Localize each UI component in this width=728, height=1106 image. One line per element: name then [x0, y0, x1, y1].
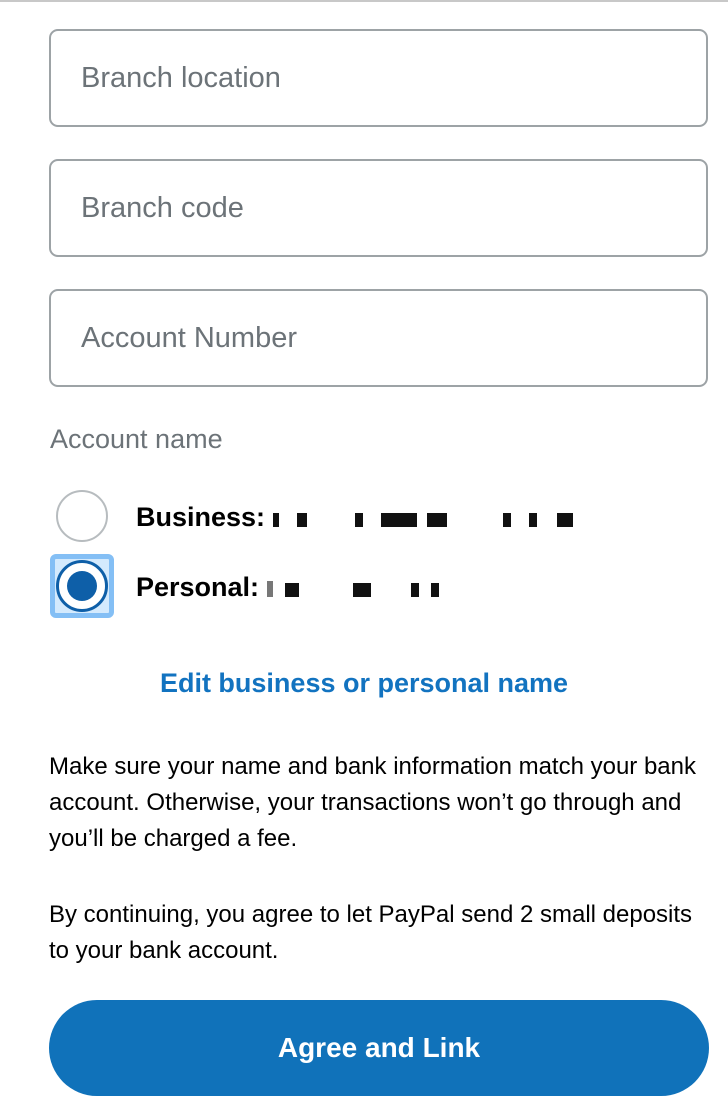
account-number-input[interactable]: [81, 291, 681, 385]
branch-code-field[interactable]: [49, 159, 708, 257]
edit-business-or-personal-name-link[interactable]: Edit business or personal name: [0, 668, 728, 699]
radio-option-personal[interactable]: Personal:: [50, 554, 690, 622]
personal-label-text: Personal:: [136, 572, 260, 602]
radio-option-business[interactable]: Business:: [50, 486, 690, 552]
top-divider: [0, 0, 728, 2]
business-radio-button[interactable]: [56, 490, 108, 542]
branch-code-input[interactable]: [81, 161, 681, 255]
deposit-consent-notice: By continuing, you agree to let PayPal s…: [49, 901, 693, 964]
personal-radio-button[interactable]: [56, 560, 108, 612]
account-name-label: Account name: [50, 424, 223, 454]
business-label-text: Business:: [136, 502, 266, 532]
personal-name-redacted: [265, 579, 465, 599]
name-match-notice: Make sure your name and bank information…: [49, 753, 697, 852]
business-radio-label[interactable]: Business:: [136, 502, 591, 533]
agree-and-link-button[interactable]: Agree and Link: [49, 1000, 709, 1096]
branch-location-field[interactable]: [49, 29, 708, 127]
business-name-redacted: [271, 509, 591, 529]
account-number-field[interactable]: [49, 289, 708, 387]
personal-radio-label[interactable]: Personal:: [136, 572, 465, 603]
branch-location-input[interactable]: [81, 31, 681, 125]
